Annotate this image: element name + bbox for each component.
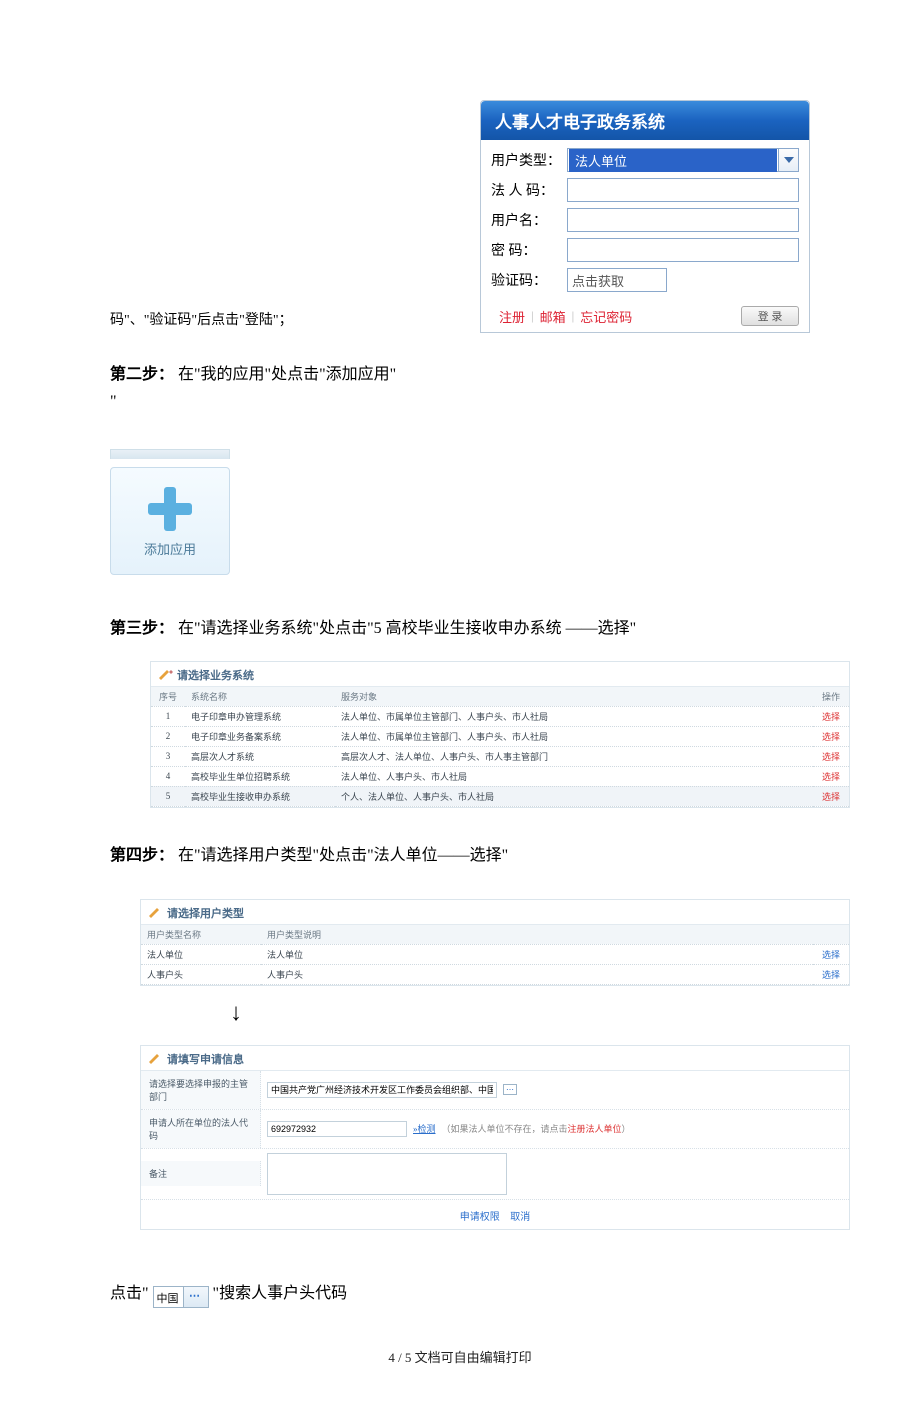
select-link[interactable]: 选择	[822, 970, 840, 980]
page-footer: 4 / 5 文档可自由编辑打印	[110, 1347, 810, 1366]
remark-textarea[interactable]	[267, 1153, 507, 1195]
label-username: 用户名：	[491, 210, 567, 230]
step3-text: 在"请选择业务系统"处点击"5 高校毕业生接收申办系统 ——选择"	[178, 620, 636, 637]
legal-code-input[interactable]	[567, 178, 799, 202]
step3-label: 第三步：	[110, 620, 174, 637]
select-link[interactable]: 选择	[822, 712, 840, 722]
click-text-post: "搜索人事户头代码	[213, 1285, 348, 1302]
register-link[interactable]: 注册	[499, 307, 525, 326]
system-table: 序号 系统名称 服务对象 操作 1电子印章申办管理系统法人单位、市属单位主管部门…	[151, 687, 849, 807]
captcha-input[interactable]	[567, 268, 667, 292]
select-link[interactable]: 选择	[822, 732, 840, 742]
usertype-panel: 请选择用户类型 用户类型名称 用户类型说明 法人单位法人单位选择 人事户头人事户…	[140, 899, 850, 986]
system-select-panel: 请选择业务系统 序号 系统名称 服务对象 操作 1电子印章申办管理系统法人单位、…	[150, 661, 850, 808]
usertype-panel-title: 请选择用户类型	[167, 905, 244, 921]
label-code: 申请人所在单位的法人代码	[141, 1110, 261, 1148]
select-link[interactable]: 选择	[822, 772, 840, 782]
mail-link[interactable]: 邮箱	[540, 307, 566, 326]
add-app-tile[interactable]: 添加应用	[110, 467, 230, 575]
forgot-link[interactable]: 忘记密码	[580, 307, 632, 326]
step4-label: 第四步：	[110, 847, 174, 864]
pencil-icon	[149, 1054, 163, 1064]
user-type-select[interactable]: 法人单位	[567, 148, 799, 172]
label-captcha: 验证码：	[491, 270, 567, 290]
dept-input[interactable]	[267, 1082, 497, 1098]
label-legal-code: 法 人 码：	[491, 180, 567, 200]
code-hint: （如果法人单位不存在，请点击注册法人单位）	[442, 1122, 631, 1135]
label-remark: 备注	[141, 1161, 261, 1186]
table-row: 2电子印章业务备案系统法人单位、市属单位主管部门、人事户头、市人社局选择	[151, 726, 849, 746]
plus-icon	[146, 485, 194, 533]
step1-trailing: 码"、"验证码"后点击"登陆"；	[110, 309, 293, 333]
pencil-icon	[149, 908, 163, 918]
login-panel: 人事人才电子政务系统 用户类型： 法人单位 法 人 码： 用户名	[480, 100, 810, 333]
table-row: 1电子印章申办管理系统法人单位、市属单位主管部门、人事户头、市人社局选择	[151, 706, 849, 726]
th-name: 用户类型名称	[141, 925, 261, 945]
th-op	[813, 925, 849, 945]
th-name: 系统名称	[185, 687, 335, 707]
login-title: 人事人才电子政务系统	[481, 101, 809, 140]
select-link[interactable]: 选择	[822, 792, 840, 802]
select-link[interactable]: 选择	[822, 752, 840, 762]
sep-icon: |	[531, 308, 534, 324]
arrow-down-icon: ↓	[230, 1000, 810, 1027]
widget-text: 中国	[154, 1287, 184, 1307]
username-input[interactable]	[567, 208, 799, 232]
ellipsis-icon: ⋯	[184, 1287, 208, 1307]
label-dept: 请选择要选择申报的主管部门	[141, 1071, 261, 1109]
th-desc: 用户类型说明	[261, 925, 813, 945]
select-link[interactable]: 选择	[822, 950, 840, 960]
check-link[interactable]: »检测	[413, 1122, 436, 1135]
table-row: 3高层次人才系统高层次人才、法人单位、人事户头、市人事主管部门选择	[151, 746, 849, 766]
label-user-type: 用户类型：	[491, 150, 567, 170]
search-code-widget[interactable]: 中国 ⋯	[153, 1286, 209, 1308]
th-target: 服务对象	[335, 687, 813, 707]
table-row: 4高校毕业生单位招聘系统法人单位、人事户头、市人社局选择	[151, 766, 849, 786]
register-legal-link[interactable]: 注册法人单位	[568, 1124, 622, 1134]
add-app-label: 添加应用	[144, 539, 196, 558]
pencil-icon	[159, 670, 173, 680]
step2-tail: "	[110, 393, 117, 410]
usertype-table: 用户类型名称 用户类型说明 法人单位法人单位选择 人事户头人事户头选择	[141, 925, 849, 985]
step4-text: 在"请选择用户类型"处点击"法人单位——选择"	[178, 847, 508, 864]
apply-info-panel: 请填写申请信息 请选择要选择申报的主管部门 ⋯ 申请人所在单位的法人代码 »检测…	[140, 1045, 850, 1230]
browse-icon[interactable]: ⋯	[503, 1084, 517, 1095]
table-row: 5高校毕业生接收申办系统个人、法人单位、人事户头、市人社局选择	[151, 786, 849, 806]
label-password: 密 码：	[491, 240, 567, 260]
sep-icon: |	[572, 308, 575, 324]
code-input[interactable]	[267, 1121, 407, 1137]
step2-label: 第二步：	[110, 366, 174, 383]
system-panel-title: 请选择业务系统	[177, 667, 254, 683]
chevron-down-icon	[778, 149, 798, 171]
table-row: 法人单位法人单位选择	[141, 944, 849, 964]
apply-button[interactable]: 申请权限	[460, 1212, 500, 1223]
table-row: 人事户头人事户头选择	[141, 964, 849, 984]
th-no: 序号	[151, 687, 185, 707]
th-op: 操作	[813, 687, 849, 707]
info-panel-title: 请填写申请信息	[167, 1051, 244, 1067]
step2-text: 在"我的应用"处点击"添加应用"	[178, 366, 396, 383]
cancel-button[interactable]: 取消	[510, 1212, 530, 1223]
user-type-value: 法人单位	[569, 149, 777, 172]
password-input[interactable]	[567, 238, 799, 262]
tile-topbar	[110, 449, 230, 459]
click-text-pre: 点击"	[110, 1285, 149, 1302]
login-button[interactable]: 登 录	[741, 306, 799, 326]
